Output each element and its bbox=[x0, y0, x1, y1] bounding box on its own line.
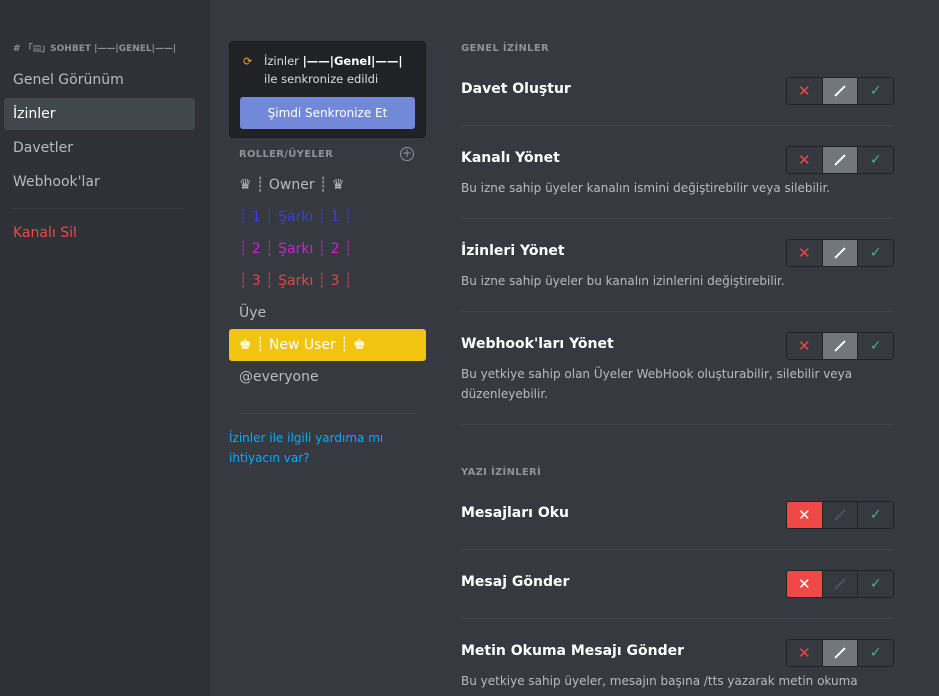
slash-mark bbox=[834, 578, 846, 590]
sync-icon: ⟳ bbox=[243, 55, 253, 68]
permissions-help-link[interactable]: İzinler ile ilgili yardıma mı ihtiyacın … bbox=[229, 428, 419, 468]
roles-divider bbox=[239, 413, 416, 414]
neutral-slash-icon[interactable] bbox=[823, 502, 859, 528]
role-item[interactable]: Üye bbox=[229, 297, 426, 329]
sync-subtext: ile senkronize edildi bbox=[264, 72, 379, 86]
text-permissions-header: YAZI İZİNLERİ bbox=[461, 467, 542, 478]
deny-icon[interactable]: ✕ bbox=[787, 502, 823, 528]
permission-toggle: ✕ ✓ bbox=[786, 501, 894, 529]
deny-icon[interactable]: ✕ bbox=[787, 333, 823, 359]
neutral-slash-icon[interactable] bbox=[822, 240, 859, 266]
allow-check-icon[interactable]: ✓ bbox=[858, 78, 893, 104]
slash-mark bbox=[834, 647, 846, 659]
allow-check-icon[interactable]: ✓ bbox=[858, 502, 893, 528]
sync-now-button[interactable]: Şimdi Senkronize Et bbox=[240, 97, 415, 129]
permission-divider bbox=[461, 618, 893, 619]
permission-toggle: ✕ ✓ bbox=[786, 639, 894, 667]
delete-channel-button[interactable]: Kanalı Sil bbox=[4, 217, 195, 249]
channel-settings-sidebar: # 「▤」SOHBET |——|GENEL|——| Genel Görünüm … bbox=[0, 0, 210, 696]
sidebar-item-webhooks[interactable]: Webhook'lar bbox=[4, 166, 195, 198]
role-item[interactable]: ♛ ┊ Owner ┊ ♛ bbox=[229, 169, 426, 201]
deny-icon[interactable]: ✕ bbox=[787, 147, 823, 173]
permission-title: Mesajları Oku bbox=[461, 505, 570, 521]
neutral-slash-icon[interactable] bbox=[823, 571, 859, 597]
slash-mark bbox=[834, 247, 846, 259]
permission-description: Bu izne sahip üyeler bu kanalın izinleri… bbox=[461, 274, 785, 288]
role-item[interactable]: ┊ 2 ┊ Şarkı ┊ 2 ┊ bbox=[229, 233, 426, 265]
permission-toggle: ✕ ✓ bbox=[786, 77, 894, 105]
sidebar-item-permissions[interactable]: İzinler bbox=[4, 98, 195, 130]
channel-name-header: # 「▤」SOHBET |——|GENEL|——| bbox=[13, 44, 177, 54]
slash-mark bbox=[834, 85, 846, 97]
neutral-slash-icon[interactable] bbox=[822, 78, 859, 104]
permission-toggle: ✕ ✓ bbox=[786, 570, 894, 598]
sync-notice: ⟳ İzinler |——|Genel|——| ile senkronize e… bbox=[229, 41, 426, 138]
roles-members-header: ROLLER/ÜYELER bbox=[239, 149, 334, 160]
role-item[interactable]: @everyone bbox=[229, 361, 426, 393]
deny-icon[interactable]: ✕ bbox=[787, 571, 823, 597]
permission-title: Kanalı Yönet bbox=[461, 150, 560, 166]
permission-title: Mesaj Gönder bbox=[461, 574, 570, 590]
permission-title: Davet Oluştur bbox=[461, 81, 571, 97]
permission-divider bbox=[461, 424, 893, 425]
neutral-slash-icon[interactable] bbox=[822, 147, 859, 173]
sidebar-divider bbox=[13, 208, 184, 209]
role-item[interactable]: ♚ ┊ New User ┊ ♚ bbox=[229, 329, 426, 361]
permission-description: Bu yetkiye sahip üyeler, mesajın başına … bbox=[461, 674, 858, 688]
slash-mark bbox=[834, 509, 846, 521]
deny-icon[interactable]: ✕ bbox=[787, 640, 823, 666]
neutral-slash-icon[interactable] bbox=[822, 640, 859, 666]
role-item[interactable]: ┊ 3 ┊ Şarkı ┊ 3 ┊ bbox=[229, 265, 426, 297]
permission-divider bbox=[461, 218, 893, 219]
sidebar-item-invites[interactable]: Davetler bbox=[4, 132, 195, 164]
deny-icon[interactable]: ✕ bbox=[787, 78, 823, 104]
permission-divider bbox=[461, 125, 893, 126]
permission-title: Metin Okuma Mesajı Gönder bbox=[461, 643, 685, 659]
permission-description: Bu izne sahip üyeler kanalın ismini deği… bbox=[461, 181, 831, 195]
synced-channel-name: |——|Genel|——| bbox=[302, 54, 403, 68]
deny-icon[interactable]: ✕ bbox=[787, 240, 823, 266]
sidebar-item-overview[interactable]: Genel Görünüm bbox=[4, 64, 195, 96]
slash-mark bbox=[834, 154, 846, 166]
permission-divider bbox=[461, 549, 893, 550]
permission-toggle: ✕ ✓ bbox=[786, 239, 894, 267]
neutral-slash-icon[interactable] bbox=[822, 333, 859, 359]
allow-check-icon[interactable]: ✓ bbox=[858, 147, 893, 173]
allow-check-icon[interactable]: ✓ bbox=[858, 240, 893, 266]
general-permissions-header: GENEL İZİNLER bbox=[461, 43, 549, 54]
add-role-icon[interactable]: + bbox=[400, 147, 414, 161]
allow-check-icon[interactable]: ✓ bbox=[858, 571, 893, 597]
permission-divider bbox=[461, 311, 893, 312]
permission-toggle: ✕ ✓ bbox=[786, 146, 894, 174]
sync-text: İzinler |——|Genel|——| bbox=[264, 54, 403, 68]
permission-description: Bu yetkiye sahip olan Üyeler WebHook olu… bbox=[461, 367, 853, 401]
permission-toggle: ✕ ✓ bbox=[786, 332, 894, 360]
permission-title: İzinleri Yönet bbox=[461, 243, 565, 259]
slash-mark bbox=[834, 340, 846, 352]
permission-title: Webhook'ları Yönet bbox=[461, 336, 614, 352]
allow-check-icon[interactable]: ✓ bbox=[858, 640, 893, 666]
role-item[interactable]: ┊ 1 ┊ Şarkı ┊ 1 ┊ bbox=[229, 201, 426, 233]
allow-check-icon[interactable]: ✓ bbox=[858, 333, 893, 359]
